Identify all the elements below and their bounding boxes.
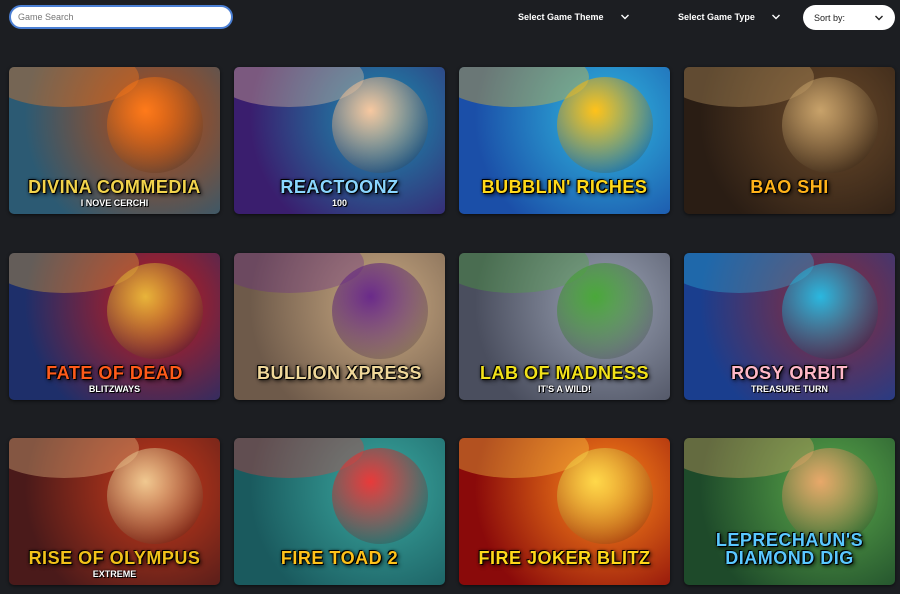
game-tile[interactable]: Fate of Dead Blitzways — [9, 253, 220, 400]
game-tile[interactable]: Rise of Olympus Extreme — [9, 438, 220, 585]
game-tile[interactable]: Fire Toad 2 — [234, 438, 445, 585]
search-input[interactable] — [18, 12, 231, 22]
chevron-down-icon — [875, 15, 883, 20]
game-title: Bao Shi — [750, 177, 829, 197]
game-tile[interactable]: Divina Commedia I Nove Cerchi — [9, 67, 220, 214]
game-title: Fire Joker Blitz — [478, 548, 651, 568]
type-dropdown[interactable]: Select Game Type — [678, 8, 781, 26]
game-tile[interactable]: Bullion Xpress — [234, 253, 445, 400]
game-subtitle: 100 — [331, 198, 348, 208]
game-subtitle: Blitzways — [88, 384, 141, 394]
game-title: Leprechaun's Diamond Dig — [715, 530, 864, 568]
type-dropdown-label: Select Game Type — [678, 12, 755, 22]
game-title: Fate of Dead — [46, 363, 183, 383]
game-tile[interactable]: Reactoonz 100 — [234, 67, 445, 214]
game-subtitle: Extreme — [92, 569, 137, 579]
game-tile[interactable]: Fire Joker Blitz — [459, 438, 670, 585]
game-tile[interactable]: Bao Shi — [684, 67, 895, 214]
game-title: Bullion Xpress — [256, 363, 423, 383]
game-title: Bubblin' Riches — [481, 177, 648, 197]
game-title: Rise of Olympus — [28, 548, 201, 568]
sort-dropdown[interactable]: Sort by: — [803, 5, 895, 30]
game-tile[interactable]: Bubblin' Riches — [459, 67, 670, 214]
game-subtitle: It's a Wild! — [538, 384, 591, 394]
game-tile[interactable]: Leprechaun's Diamond Dig — [684, 438, 895, 585]
theme-dropdown[interactable]: Select Game Theme — [518, 8, 630, 26]
game-title: Reactoonz — [280, 177, 399, 197]
game-tile[interactable]: Rosy Orbit Treasure Turn — [684, 253, 895, 400]
game-title: Lab of Madness — [480, 363, 649, 383]
game-title: Divina Commedia — [28, 177, 201, 197]
search-box[interactable] — [9, 5, 233, 29]
game-title: Fire Toad 2 — [280, 548, 399, 568]
game-title: Rosy Orbit — [731, 363, 848, 383]
theme-dropdown-label: Select Game Theme — [518, 12, 604, 22]
top-toolbar: Select Game Theme Select Game Type Sort … — [0, 0, 900, 36]
game-tile[interactable]: Lab of Madness It's a Wild! — [459, 253, 670, 400]
sort-dropdown-label: Sort by: — [814, 12, 846, 23]
chevron-down-icon — [771, 14, 780, 20]
chevron-down-icon — [620, 14, 629, 20]
game-subtitle: I Nove Cerchi — [80, 198, 149, 208]
game-subtitle: Treasure Turn — [750, 384, 828, 394]
